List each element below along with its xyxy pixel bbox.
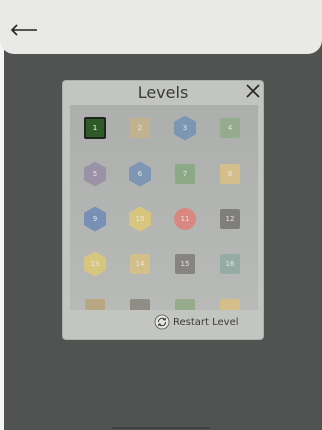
- level-number: 3: [182, 123, 188, 132]
- level-14[interactable]: 14: [129, 253, 151, 275]
- level-number: 15: [180, 259, 190, 268]
- level-square-shape: [85, 299, 105, 310]
- close-icon[interactable]: [244, 82, 262, 100]
- level-number: 1: [92, 123, 98, 132]
- level-number: 6: [137, 169, 143, 178]
- level-7[interactable]: 7: [174, 163, 196, 185]
- level-13[interactable]: 13: [84, 251, 106, 277]
- level-number: 13: [90, 259, 100, 268]
- level-5[interactable]: 5: [84, 161, 106, 187]
- level-16[interactable]: 16: [219, 253, 241, 275]
- level-tile-19[interactable]: [174, 298, 196, 310]
- level-1[interactable]: 1: [84, 117, 106, 139]
- level-square-shape: [130, 299, 150, 310]
- level-10[interactable]: 10: [129, 206, 151, 232]
- level-number: 8: [227, 169, 233, 178]
- level-number: 5: [92, 169, 98, 178]
- level-tile-18[interactable]: [129, 298, 151, 310]
- level-6[interactable]: 6: [129, 161, 151, 187]
- level-8[interactable]: 8: [219, 163, 241, 185]
- level-9[interactable]: 9: [84, 206, 106, 232]
- level-number: 10: [135, 214, 145, 223]
- level-3[interactable]: 3: [174, 115, 196, 141]
- level-number: 16: [225, 259, 235, 268]
- level-number: 14: [135, 259, 145, 268]
- level-square-shape: [220, 299, 240, 310]
- home-indicator: [112, 427, 210, 429]
- left-edge-strip: [0, 0, 4, 430]
- level-number: 2: [137, 123, 143, 132]
- level-2[interactable]: 2: [129, 117, 151, 139]
- level-tile-20[interactable]: [219, 298, 241, 310]
- level-number: 12: [225, 214, 235, 223]
- level-number: 11: [180, 214, 190, 223]
- level-4[interactable]: 4: [219, 117, 241, 139]
- levels-modal: Levels 1 2 3 4 5 6 7 8 9 10 11 12 13 14 15 16 Restart L…: [63, 81, 263, 339]
- levels-grid: 1 2 3 4 5 6 7 8 9 10 11 12 13 14 15 16: [70, 105, 258, 310]
- level-number: 4: [227, 123, 233, 132]
- restart-icon: [154, 314, 170, 330]
- restart-level-label: Restart Level: [173, 316, 239, 328]
- level-tile-17[interactable]: [84, 298, 106, 310]
- level-square-shape: [175, 299, 195, 310]
- top-bar: [0, 0, 322, 54]
- level-11[interactable]: 11: [174, 208, 196, 230]
- modal-title: Levels: [137, 83, 189, 102]
- restart-level-button[interactable]: Restart Level: [154, 313, 239, 331]
- level-number: 7: [182, 169, 188, 178]
- level-12[interactable]: 12: [219, 208, 241, 230]
- level-15[interactable]: 15: [174, 253, 196, 275]
- arrow-left-icon[interactable]: [8, 18, 40, 42]
- level-number: 9: [92, 214, 98, 223]
